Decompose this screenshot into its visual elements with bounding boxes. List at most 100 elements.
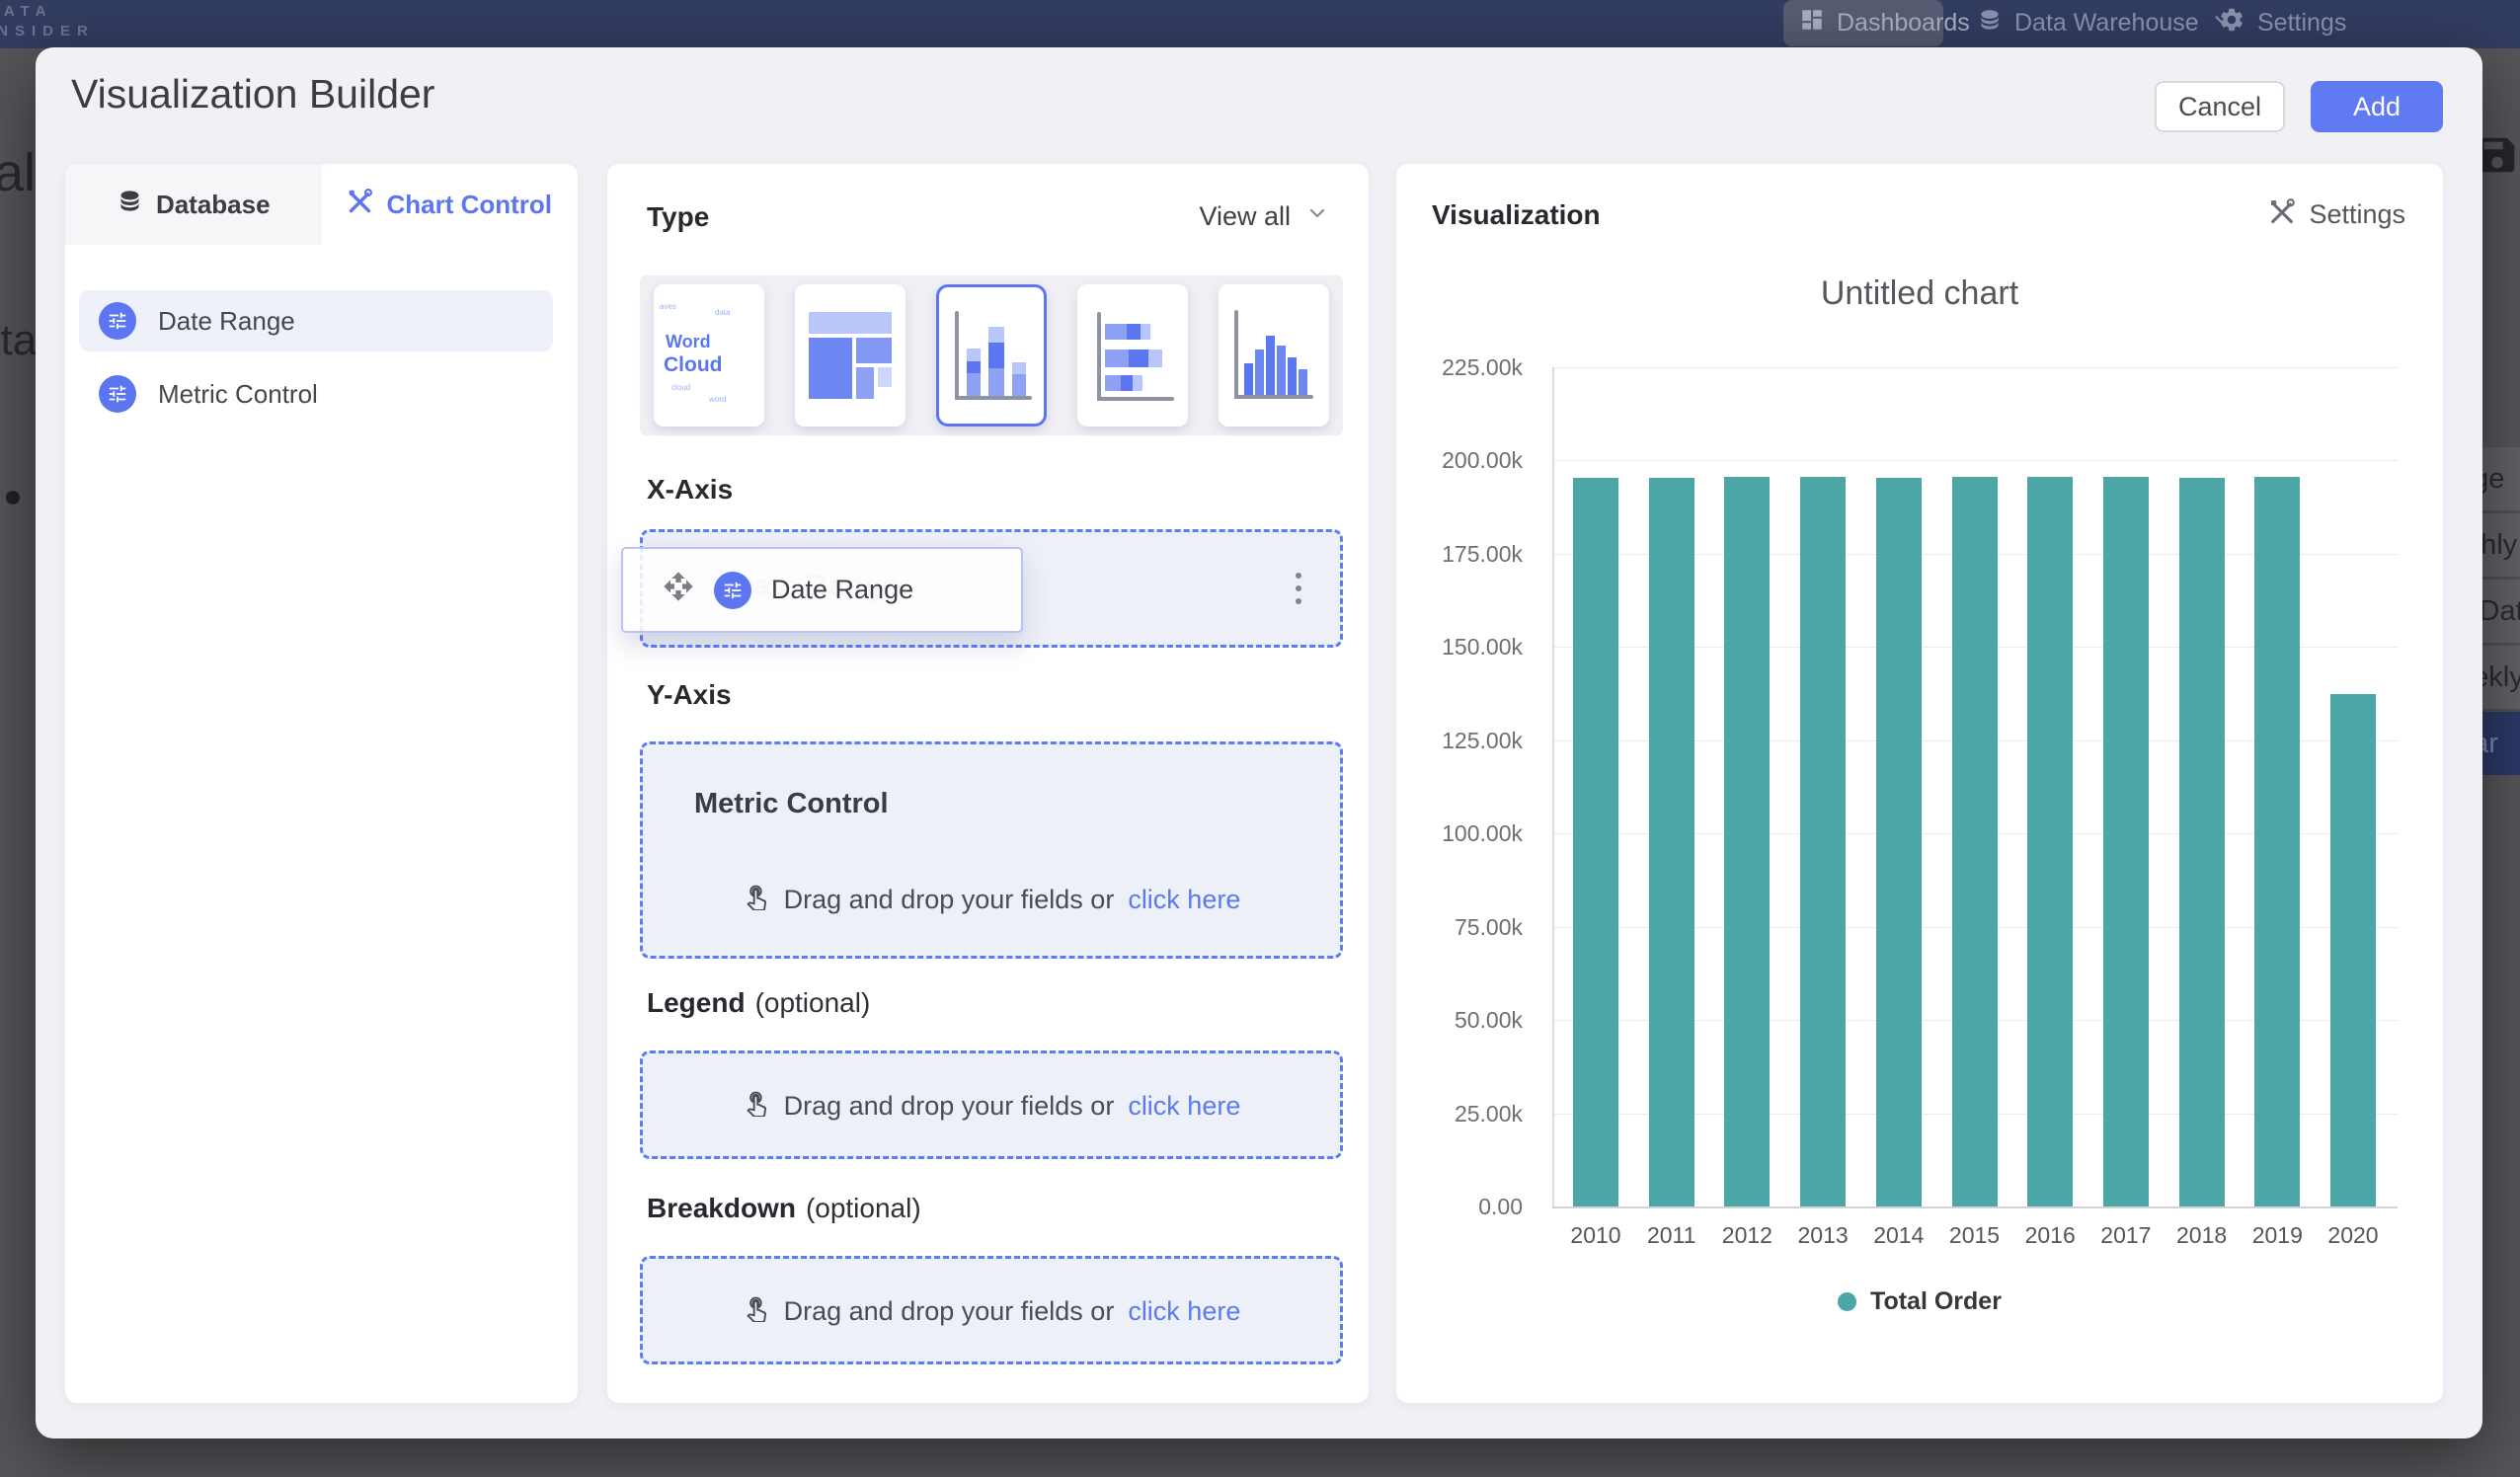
control-icon [99, 375, 136, 413]
bar-2018 [2179, 478, 2225, 1206]
drag-hint-text: Drag and drop your fields or [784, 1296, 1115, 1327]
chart-type-stacked-bar[interactable] [1077, 284, 1188, 427]
visualization-builder-modal: Visualization Builder Cancel Add Databas… [36, 47, 2482, 1438]
tab-database[interactable]: Database [65, 164, 322, 245]
breakdown-heading: Breakdown(optional) [647, 1193, 921, 1224]
database-icon [1977, 7, 2003, 39]
y-axis-tick: 225.00k [1396, 354, 1523, 381]
x-axis-tick: 2019 [2239, 1222, 2316, 1249]
x-axis-tick: 2016 [2011, 1222, 2088, 1249]
date-range-chip[interactable]: Date Range [621, 547, 1023, 633]
wordcloud-word2: Cloud [664, 353, 722, 377]
x-axis-tick: 2018 [2164, 1222, 2241, 1249]
y-axis-dropzone[interactable]: Metric Control Drag and drop your fields… [640, 741, 1343, 959]
bar-2014 [1876, 478, 1922, 1206]
field-date-range[interactable]: Date Range [79, 290, 553, 351]
tab-chart-control[interactable]: Chart Control [322, 164, 579, 245]
move-icon [663, 571, 694, 609]
breakdown-optional-label: (optional) [806, 1193, 921, 1223]
bar-2011 [1649, 478, 1694, 1206]
y-axis-tick: 75.00k [1396, 914, 1523, 941]
field-label: Date Range [158, 306, 295, 337]
x-axis-tick: 2011 [1633, 1222, 1710, 1249]
wordcloud-art: data [715, 308, 731, 317]
y-axis-heading: Y-Axis [647, 679, 732, 711]
chart-legend: Total Order [1396, 1287, 2443, 1316]
tab-chart-control-label: Chart Control [386, 190, 552, 220]
y-axis-tick: 175.00k [1396, 541, 1523, 568]
fields-tabs: Database Chart Control [65, 164, 578, 245]
x-axis-tick: 2010 [1557, 1222, 1634, 1249]
y-axis-tick: 125.00k [1396, 728, 1523, 754]
legend-drag-hint: Drag and drop your fields or click here [643, 1089, 1340, 1124]
dashboard-icon [1799, 7, 1825, 39]
chip-label: Date Range [771, 575, 913, 605]
touch-icon [743, 1089, 770, 1124]
field-metric-control[interactable]: Metric Control [79, 363, 553, 425]
nav-dashboards-label: Dashboards [1837, 9, 1970, 38]
tools-icon [347, 188, 373, 221]
bar-chart: 225.00k 200.00k 175.00k 150.00k 125.00k 100.0… [1396, 164, 2443, 1403]
x-axis-tick: 2014 [1860, 1222, 1937, 1249]
control-icon [99, 302, 136, 340]
y-axis-drag-hint: Drag and drop your fields or click here [643, 883, 1340, 917]
chart-type-stacked-column[interactable] [936, 284, 1047, 427]
bar-2010 [1573, 478, 1618, 1206]
legend-dropzone[interactable]: Drag and drop your fields or click here [640, 1050, 1343, 1159]
chart-type-strip: aves data Word Cloud cloud word [640, 275, 1343, 435]
bar-2015 [1952, 477, 1998, 1206]
chart-type-column[interactable] [1219, 284, 1329, 427]
touch-icon [743, 1294, 770, 1329]
control-icon [714, 572, 751, 609]
wordcloud-art: aves [660, 302, 676, 311]
app-logo: DATA INSIDER [0, 2, 95, 41]
x-axis-heading: X-Axis [647, 474, 733, 505]
legend-swatch [1838, 1292, 1856, 1311]
modal-title: Visualization Builder [71, 71, 434, 117]
y-axis-tick: 50.00k [1396, 1007, 1523, 1034]
builder-panel: Type View all aves data Word Cloud cloud… [607, 164, 1369, 1403]
gridline [1552, 460, 2398, 461]
bg-bullet [6, 491, 20, 505]
bar-2019 [2254, 477, 2300, 1206]
kebab-menu-icon[interactable] [1279, 563, 1318, 614]
view-all-label: View all [1199, 201, 1291, 232]
y-axis-tick: 200.00k [1396, 447, 1523, 474]
chart-type-treemap[interactable] [795, 284, 906, 427]
screen: DATA INSIDER Dashboards Data Warehouse S… [0, 0, 2520, 1477]
visualization-panel: Visualization Settings Untitled chart 22… [1396, 164, 2443, 1403]
y-axis-tick: 100.00k [1396, 820, 1523, 847]
view-all-button[interactable]: View all [1199, 201, 1329, 232]
nav-dashboards: Dashboards [1783, 0, 1943, 46]
x-axis-tick: 2015 [1936, 1222, 2013, 1249]
breakdown-dropzone[interactable]: Drag and drop your fields or click here [640, 1256, 1343, 1364]
x-axis-tick: 2020 [2315, 1222, 2392, 1249]
nav-data-warehouse-label: Data Warehouse [2014, 9, 2199, 38]
gridline [1552, 1206, 2398, 1208]
bar-2012 [1724, 477, 1770, 1206]
fields-panel: Database Chart Control [65, 164, 578, 1403]
gear-icon [2218, 6, 2245, 40]
bg-text-fragment-2: ota [0, 316, 37, 365]
breakdown-drag-hint: Drag and drop your fields or click here [643, 1294, 1340, 1329]
field-label: Metric Control [158, 379, 318, 410]
gridline [1552, 367, 2398, 368]
legend-heading: Legend(optional) [647, 987, 870, 1019]
bar-2020 [2330, 694, 2376, 1206]
chart-type-word-cloud[interactable]: aves data Word Cloud cloud word [654, 284, 764, 427]
legend-optional-label: (optional) [755, 987, 871, 1018]
y-axis-tick: 150.00k [1396, 634, 1523, 661]
nav-data-warehouse: Data Warehouse [1977, 0, 2233, 46]
cancel-button[interactable]: Cancel [2155, 81, 2285, 132]
chevron-down-icon [1305, 201, 1329, 232]
drag-hint-text: Drag and drop your fields or [784, 885, 1115, 915]
add-button[interactable]: Add [2311, 81, 2443, 132]
click-here-link[interactable]: click here [1128, 1091, 1240, 1122]
x-axis-tick: 2012 [1708, 1222, 1785, 1249]
legend-series-label: Total Order [1870, 1287, 2002, 1316]
bar-2013 [1800, 477, 1846, 1206]
click-here-link[interactable]: click here [1128, 885, 1240, 915]
drag-hint-text: Drag and drop your fields or [784, 1091, 1115, 1122]
click-here-link[interactable]: click here [1128, 1296, 1240, 1327]
app-topbar: DATA INSIDER Dashboards Data Warehouse S… [0, 0, 2520, 48]
